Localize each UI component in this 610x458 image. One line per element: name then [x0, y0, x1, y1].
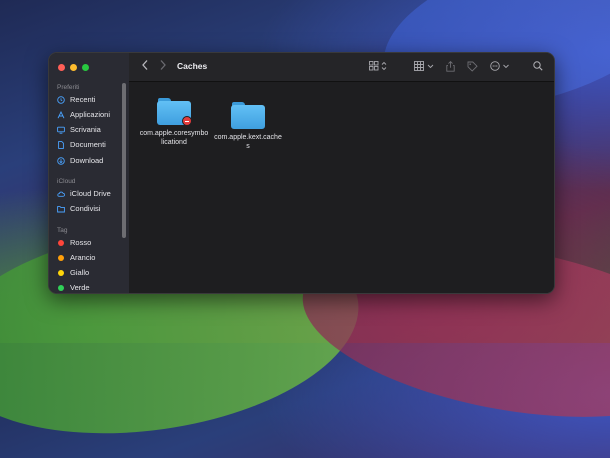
- sidebar-item-tag-rosso[interactable]: Rosso: [57, 237, 91, 248]
- sidebar-item-condivisi[interactable]: Condivisi: [57, 203, 100, 214]
- red-tag-icon: [58, 239, 64, 246]
- section-favorites: Preferiti: [57, 84, 80, 91]
- group-icon[interactable]: [414, 61, 436, 73]
- tag-icon[interactable]: [467, 61, 478, 74]
- minimize-button[interactable]: [70, 64, 77, 71]
- share-icon[interactable]: [446, 60, 455, 74]
- sidebar-item-label: Condivisi: [70, 204, 101, 213]
- section-tags: Tag: [57, 227, 68, 234]
- download-icon: [57, 156, 65, 165]
- sidebar-item-download[interactable]: Download: [57, 155, 103, 166]
- zoom-button[interactable]: [82, 64, 89, 71]
- sidebar-item-documenti[interactable]: Documenti: [57, 139, 106, 150]
- applications-icon: [57, 110, 65, 119]
- sidebar-item-icloud-drive[interactable]: iCloud Drive: [57, 188, 111, 199]
- file-item[interactable]: com.apple.coresymbolicationd: [139, 98, 209, 147]
- window-controls: [58, 64, 89, 71]
- shared-folder-icon: [57, 205, 65, 213]
- sidebar-item-recenti[interactable]: Recenti: [57, 94, 95, 105]
- cloud-icon: [57, 190, 65, 198]
- chevron-right-icon[interactable]: [159, 59, 167, 74]
- green-tag-icon: [58, 284, 64, 291]
- sidebar-item-tag-giallo[interactable]: Giallo: [57, 267, 89, 278]
- file-name: com.apple.kext.caches: [214, 134, 282, 150]
- grid-view-icon[interactable]: [369, 61, 389, 73]
- sidebar-scrollbar[interactable]: [122, 83, 126, 238]
- orange-tag-icon: [58, 254, 64, 261]
- document-icon: [57, 140, 65, 149]
- sidebar-item-applicazioni[interactable]: Applicazioni: [57, 109, 110, 120]
- file-item[interactable]: com.apple.kext.caches: [213, 102, 283, 151]
- sidebar-item-label: Recenti: [70, 95, 96, 104]
- sidebar-item-tag-arancio[interactable]: Arancio: [57, 252, 95, 263]
- search-icon[interactable]: [533, 61, 543, 73]
- section-icloud: iCloud: [57, 178, 76, 185]
- sidebar-item-label: Verde: [70, 283, 90, 292]
- sidebar-item-label: Rosso: [70, 238, 92, 247]
- sidebar-item-label: iCloud Drive: [70, 189, 111, 198]
- clock-icon: [57, 95, 65, 104]
- sidebar-item-label: Giallo: [70, 268, 90, 277]
- close-button[interactable]: [58, 64, 65, 71]
- window-title: Caches: [177, 61, 208, 71]
- sidebar-item-tag-verde[interactable]: Verde: [57, 282, 90, 293]
- sidebar-item-label: Scrivania: [70, 125, 101, 134]
- desktop-icon: [57, 126, 65, 134]
- folder-icon: [231, 102, 265, 129]
- sidebar-item-scrivania[interactable]: Scrivania: [57, 124, 101, 135]
- sidebar: Preferiti Recenti Applicazioni Scrivania…: [49, 53, 130, 293]
- sidebar-item-label: Applicazioni: [70, 110, 111, 119]
- sidebar-item-label: Arancio: [70, 253, 96, 262]
- sidebar-item-label: Documenti: [70, 140, 106, 149]
- toolbar: Caches: [129, 53, 554, 82]
- ellipsis-circle-icon[interactable]: [490, 61, 512, 73]
- no-access-badge-icon: [182, 116, 192, 126]
- sidebar-item-label: Download: [70, 156, 104, 165]
- file-area[interactable]: com.apple.coresymbolicationd com.apple.k…: [129, 82, 554, 293]
- yellow-tag-icon: [58, 269, 64, 276]
- finder-window: Preferiti Recenti Applicazioni Scrivania…: [48, 52, 555, 294]
- folder-icon: [157, 98, 192, 126]
- file-name: com.apple.coresymbolicationd: [139, 130, 209, 146]
- chevron-left-icon[interactable]: [141, 59, 149, 74]
